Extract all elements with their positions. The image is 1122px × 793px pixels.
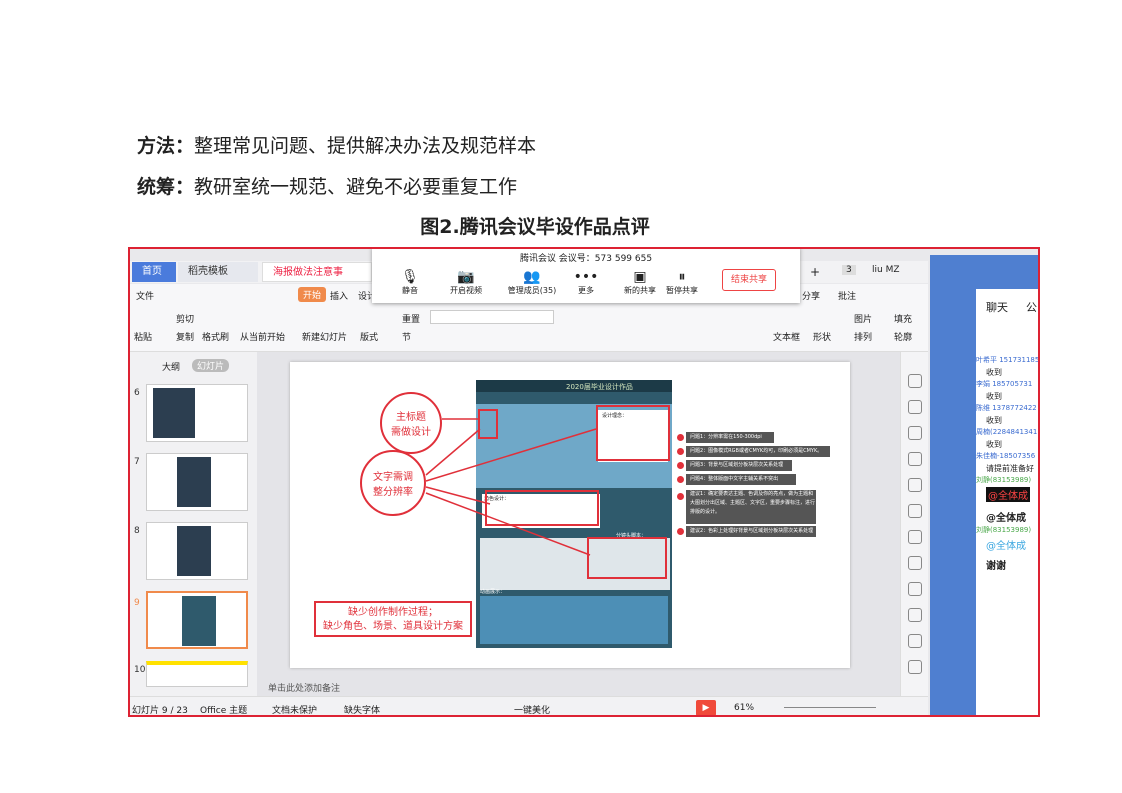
issue-item: 问题1：分辨率需在150-300dpi <box>686 432 774 443</box>
method-text: 整理常见问题、提供解决办法及规范样本 <box>194 135 537 157</box>
slide-counter: 幻灯片 9 / 23 <box>132 706 188 716</box>
issue-item: 问题2：图像模式RGB或者CMYK均可，印刷必须是CMYK。 <box>686 446 830 457</box>
annotation-arrows <box>425 418 597 556</box>
members-button[interactable]: 👥 管理成员(35) <box>502 269 562 296</box>
coordinate-label: 统筹： <box>137 176 195 198</box>
tencent-meeting-toolbar: 腾讯会议 会议号：573 599 655 🎙 静音 📷 开启视频 👥 管理成员(35)… <box>372 249 800 303</box>
chat-message: @全体成 <box>986 541 1026 552</box>
people-icon: 👥 <box>523 269 541 285</box>
notes-placeholder[interactable]: 单击此处添加备注 <box>268 681 340 694</box>
play-icon[interactable]: ▶ <box>696 700 716 715</box>
issue-item: 建议2：色彩上处理好背景与区域划分板块层次关系处理 <box>686 526 816 537</box>
chat-sender: 刘静(83153989) <box>976 476 1032 484</box>
meeting-title: 腾讯会议 会议号：573 599 655 <box>519 254 653 264</box>
status-bar: 幻灯片 9 / 23 Office 主题 文档未保护 缺失字体 一键美化 ▶ 6… <box>130 696 928 716</box>
protect-status[interactable]: 文档未保护 <box>272 703 317 715</box>
beautify-button[interactable]: 一键美化 <box>514 703 550 715</box>
issue-marker <box>677 528 684 535</box>
video-button[interactable]: 📷 开启视频 <box>436 269 496 296</box>
coordinate-line: 统筹：教研室统一规范、避免不必要重复工作 <box>137 172 517 199</box>
more-button[interactable]: ••• 更多 <box>556 269 616 296</box>
issue-marker <box>677 434 684 441</box>
chat-sender: 李娟 185705731 <box>976 380 1033 388</box>
chat-sender: 叶希平 151731185 <box>976 356 1040 364</box>
chat-tab-public[interactable]: 公 <box>1026 299 1037 315</box>
zoom-level[interactable]: 61% <box>734 703 754 713</box>
chat-sender: 朱佳楠-18507356 <box>976 452 1036 460</box>
zoom-slider[interactable] <box>784 707 876 708</box>
chat-message: @全体成 <box>986 513 1026 524</box>
pause-icon: ⏸ <box>678 269 686 285</box>
microphone-icon: 🎙 <box>401 269 419 285</box>
chat-message: 收到 <box>986 368 1002 377</box>
issue-item: 建议1：确定要表达主题、色调及你的亮点，做为主题和大图划分出区域、主题区、文字区… <box>686 490 816 524</box>
mute-button[interactable]: 🎙 静音 <box>380 269 440 296</box>
chat-sender: 周楠(2284841341 <box>976 428 1038 436</box>
issue-marker <box>677 462 684 469</box>
method-label: 方法： <box>137 135 195 157</box>
camera-off-icon: 📷 <box>457 269 475 285</box>
chat-message: 谢谢 <box>986 561 1006 572</box>
screenshot-figure: 首页 稻壳模板 海报做法注意事项.pptx + 3 liu MZ 文件 开始 插… <box>128 247 1040 717</box>
issue-marker <box>677 493 684 500</box>
issue-marker <box>677 476 684 483</box>
missing-font[interactable]: 缺失字体 <box>344 703 380 715</box>
more-icon: ••• <box>573 269 599 285</box>
chat-message: 收到 <box>986 392 1002 401</box>
chat-message: 收到 <box>986 440 1002 449</box>
chat-message-list: 聊天 公 叶希平 151731185 收到 李娟 185705731 收到 陈维… <box>976 289 1040 715</box>
end-share-button[interactable]: 结束共享 <box>722 269 776 291</box>
missing-process-note: 缺少创作制作过程； 缺少角色、场景、道具设计方案 <box>314 601 472 637</box>
coordinate-text: 教研室统一规范、避免不必要重复工作 <box>194 176 518 198</box>
issue-item: 问题3：背景与区域划分板块层次关系处理 <box>686 460 792 471</box>
chat-tab[interactable]: 聊天 <box>986 299 1008 315</box>
chat-sender: 刘静(83153989) <box>976 526 1032 534</box>
chat-message: 收到 <box>986 416 1002 425</box>
theme-name: Office 主题 <box>200 706 248 716</box>
chat-sender: 陈维 1378772422 <box>976 404 1037 412</box>
figure-caption: 图2.腾讯会议毕设作品点评 <box>420 216 650 238</box>
method-line: 方法：整理常见问题、提供解决办法及规范样本 <box>137 131 536 158</box>
chat-message: 请提前准备好 <box>986 464 1034 473</box>
issue-item: 问题4：整体版面中文字主辅关系不突出 <box>686 474 796 485</box>
chat-message: @全体成 <box>986 487 1030 502</box>
issue-marker <box>677 448 684 455</box>
pause-share-button[interactable]: ⏸ 暂停共享 <box>652 269 712 296</box>
